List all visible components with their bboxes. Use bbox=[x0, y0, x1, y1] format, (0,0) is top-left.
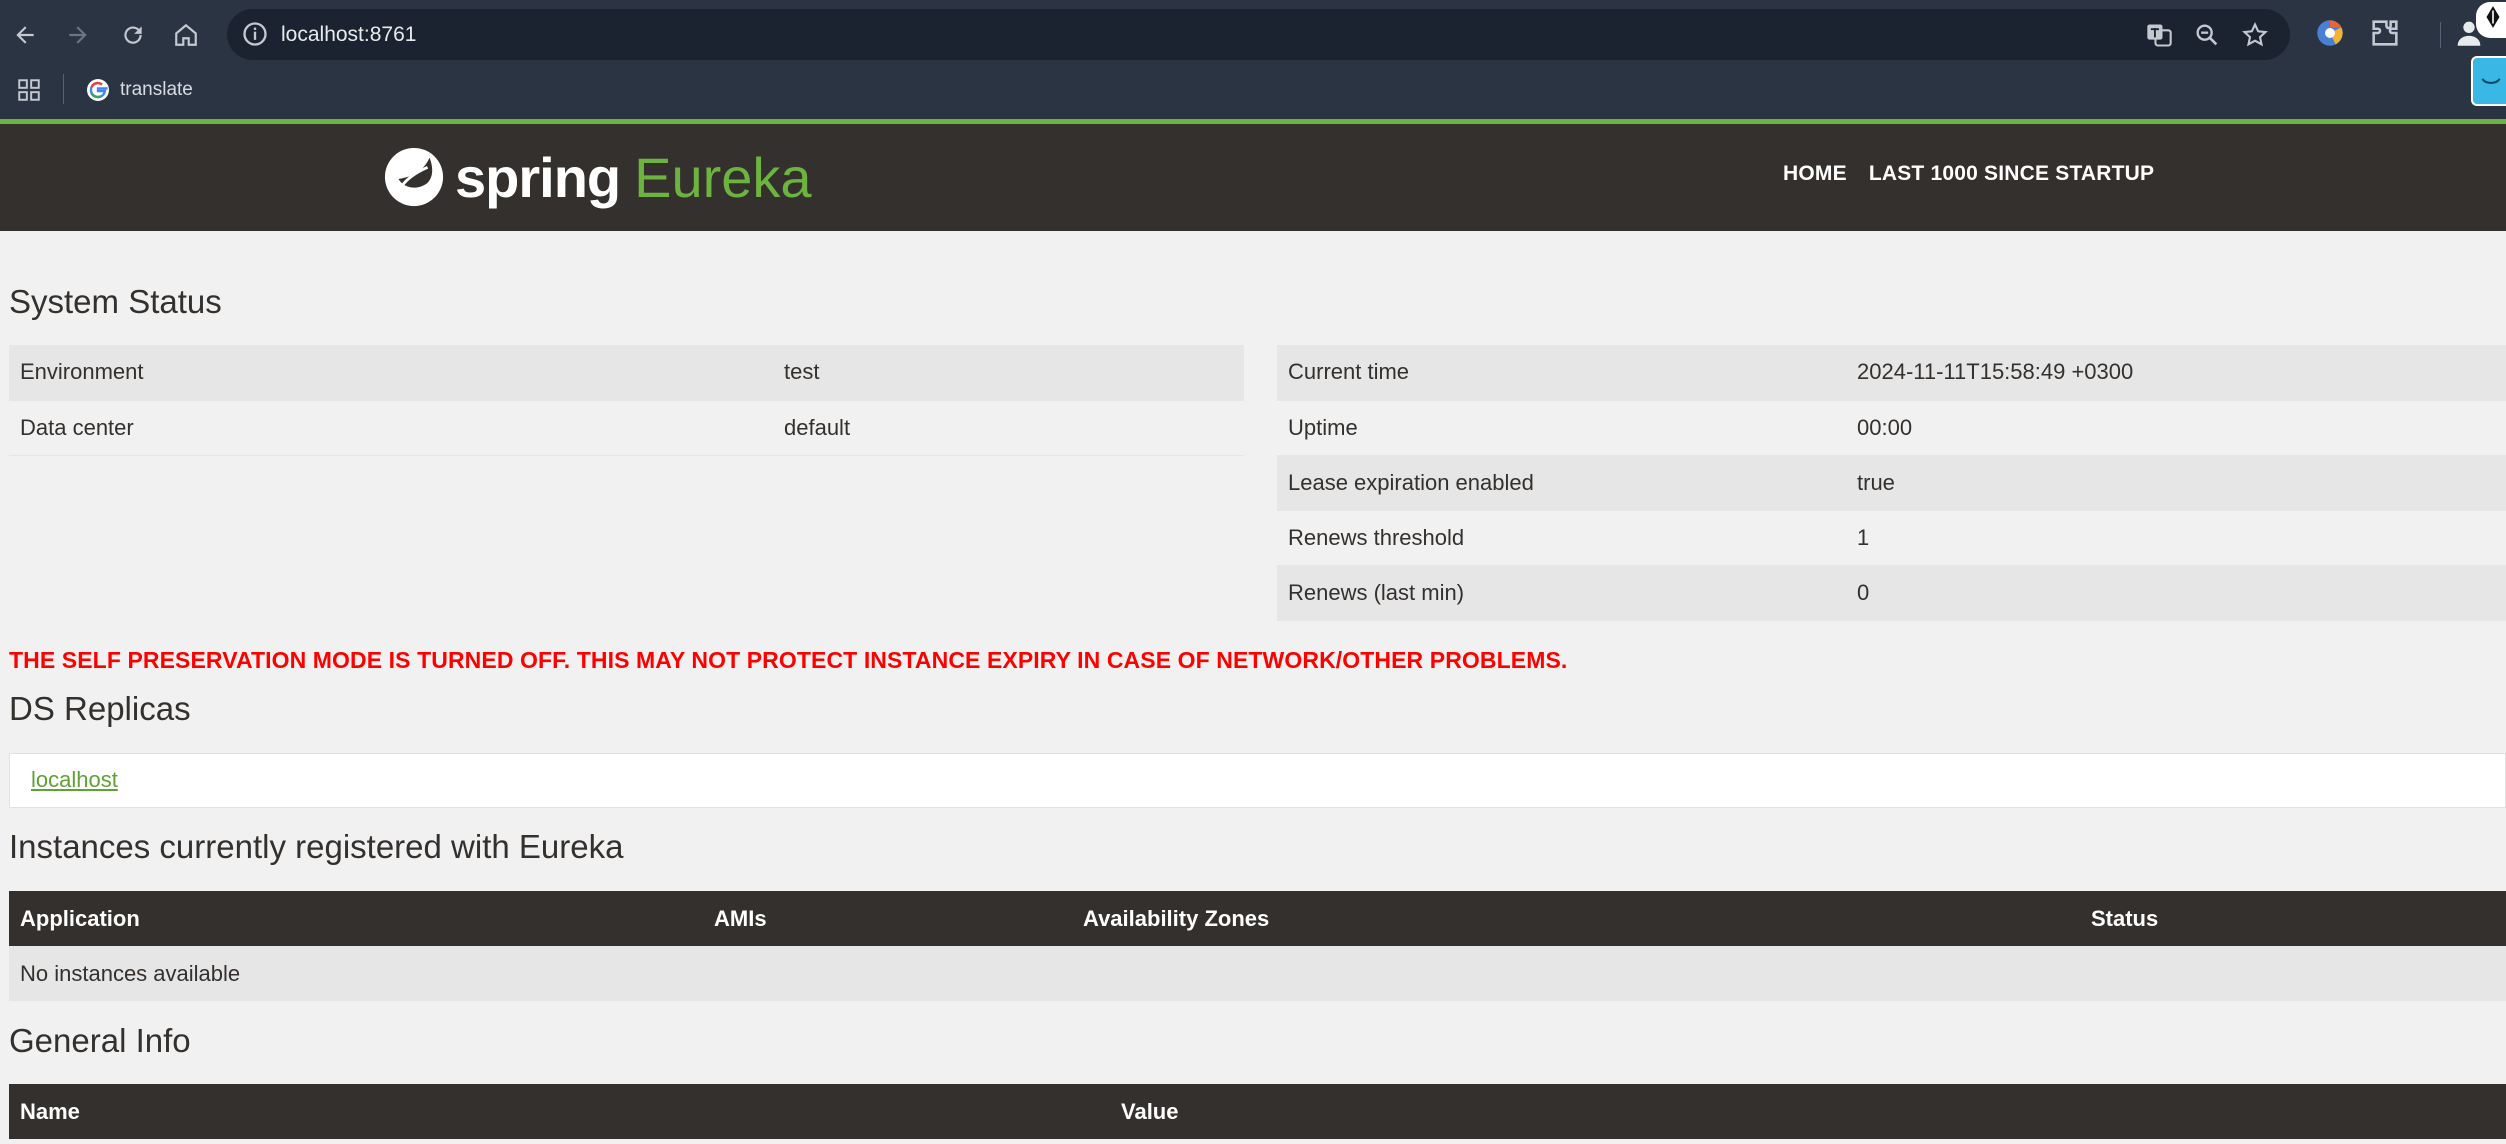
status-value: 00:00 bbox=[1846, 400, 2506, 456]
table-header-row: Application AMIs Availability Zones Stat… bbox=[9, 891, 2506, 946]
zoom-icon[interactable] bbox=[2193, 21, 2221, 49]
table-header-row: Name Value bbox=[9, 1084, 2506, 1139]
status-value: 1 bbox=[1846, 510, 2506, 566]
nav-links: HOME LAST 1000 SINCE STARTUP bbox=[1783, 162, 2154, 186]
column-header-status: Status bbox=[2080, 891, 2506, 946]
reload-button[interactable] bbox=[112, 14, 154, 56]
table-row: Lease expiration enabled true bbox=[1277, 455, 2506, 511]
translate-icon[interactable] bbox=[2145, 21, 2173, 49]
status-value: test bbox=[773, 345, 1244, 401]
status-key: Renews (last min) bbox=[1277, 565, 1846, 621]
replica-link-localhost[interactable]: localhost bbox=[31, 767, 118, 793]
back-button[interactable] bbox=[4, 14, 46, 56]
self-preservation-warning: THE SELF PRESERVATION MODE IS TURNED OFF… bbox=[9, 647, 1568, 673]
browser-chrome: localhost:8761 translate bbox=[0, 0, 2506, 122]
table-row: Renews (last min) 0 bbox=[1277, 565, 2506, 621]
puzzle-icon[interactable] bbox=[2368, 16, 2402, 50]
site-info-icon[interactable] bbox=[241, 20, 269, 48]
status-value: true bbox=[1846, 455, 2506, 511]
extension-color-icon[interactable] bbox=[2313, 16, 2347, 50]
apps-grid-icon bbox=[18, 79, 40, 101]
column-header-value: Value bbox=[1110, 1084, 2506, 1139]
bookmark-translate[interactable]: translate bbox=[86, 74, 193, 106]
side-extension-icon[interactable] bbox=[2471, 56, 2506, 106]
status-key: Data center bbox=[9, 400, 773, 456]
status-key: Current time bbox=[1277, 345, 1846, 401]
ds-replicas-list: localhost bbox=[9, 753, 2506, 808]
table-row: Renews threshold 1 bbox=[1277, 510, 2506, 566]
brand-eureka: Eureka bbox=[634, 145, 812, 209]
column-header-amis: AMIs bbox=[703, 891, 1072, 946]
address-bar[interactable]: localhost:8761 bbox=[227, 9, 2290, 60]
empty-instances-message: No instances available bbox=[9, 946, 2506, 1001]
bookmark-label: translate bbox=[120, 79, 193, 100]
nav-home-link[interactable]: HOME bbox=[1783, 162, 1847, 186]
forward-arrow-icon bbox=[69, 26, 87, 44]
apps-button[interactable] bbox=[16, 74, 42, 106]
table-row: Data center default bbox=[9, 400, 1244, 456]
reload-icon bbox=[124, 26, 142, 44]
general-info-table: Name Value bbox=[9, 1084, 2506, 1139]
eureka-navbar: spring Eureka HOME LAST 1000 SINCE START… bbox=[0, 124, 2506, 231]
status-key: Renews threshold bbox=[1277, 510, 1846, 566]
status-value: default bbox=[773, 400, 1244, 456]
status-key: Uptime bbox=[1277, 400, 1846, 456]
status-key: Environment bbox=[9, 345, 773, 401]
spring-eureka-logo[interactable]: spring Eureka bbox=[383, 144, 812, 210]
home-button[interactable] bbox=[165, 14, 207, 56]
status-value: 0 bbox=[1846, 565, 2506, 621]
home-icon bbox=[175, 23, 197, 46]
ds-replicas-title: DS Replicas bbox=[9, 690, 191, 727]
instances-table: Application AMIs Availability Zones Stat… bbox=[9, 891, 2506, 1001]
forward-button[interactable] bbox=[57, 14, 99, 56]
star-icon[interactable] bbox=[2241, 21, 2269, 49]
google-icon bbox=[87, 79, 109, 101]
system-status-title: System Status bbox=[9, 283, 222, 320]
nav-last-1000-link[interactable]: LAST 1000 SINCE STARTUP bbox=[1869, 162, 2154, 186]
toolbar-divider bbox=[2440, 22, 2441, 48]
table-row: Current time 2024-11-11T15:58:49 +0300 bbox=[1277, 345, 2506, 401]
system-status-right-table: Current time 2024-11-11T15:58:49 +0300 U… bbox=[1277, 345, 2506, 621]
column-header-availability-zones: Availability Zones bbox=[1072, 891, 2080, 946]
back-arrow-icon bbox=[16, 26, 34, 44]
status-value: 2024-11-11T15:58:49 +0300 bbox=[1846, 345, 2506, 401]
system-status-left-table: Environment test Data center default bbox=[9, 345, 1244, 456]
url-text: localhost:8761 bbox=[281, 23, 417, 46]
status-key: Lease expiration enabled bbox=[1277, 455, 1846, 511]
column-header-name: Name bbox=[9, 1084, 1110, 1139]
table-row: Uptime 00:00 bbox=[1277, 400, 2506, 456]
spring-leaf-icon bbox=[384, 147, 444, 207]
brand-spring: spring bbox=[455, 145, 621, 209]
table-row: No instances available bbox=[9, 946, 2506, 1001]
pen-extension-icon[interactable] bbox=[2476, 2, 2506, 38]
general-info-title: General Info bbox=[9, 1022, 191, 1059]
bookmark-separator bbox=[63, 74, 64, 104]
table-row: Environment test bbox=[9, 345, 1244, 401]
instances-title: Instances currently registered with Eure… bbox=[9, 828, 624, 865]
column-header-application: Application bbox=[9, 891, 703, 946]
